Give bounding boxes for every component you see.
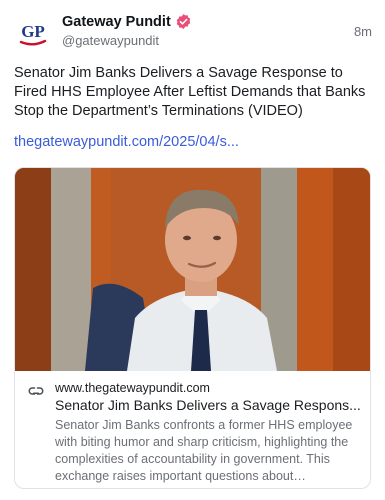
post-timestamp[interactable]: 8m: [354, 24, 372, 39]
link-preview-card[interactable]: www.thegatewaypundit.com Senator Jim Ban…: [14, 167, 371, 489]
post-text: Senator Jim Banks Delivers a Savage Resp…: [14, 65, 366, 119]
avatar[interactable]: GP: [14, 14, 52, 52]
verified-badge-icon: [175, 13, 192, 30]
author-name-row: Gateway Pundit: [62, 13, 192, 30]
link-icon: [27, 382, 45, 400]
author-display-name[interactable]: Gateway Pundit: [62, 14, 171, 30]
card-domain: www.thegatewaypundit.com: [55, 381, 210, 395]
author-handle[interactable]: @gatewaypundit: [62, 33, 159, 48]
card-description: Senator Jim Banks confronts a former HHS…: [55, 418, 353, 483]
link-preview-meta[interactable]: www.thegatewaypundit.com Senator Jim Ban…: [15, 371, 370, 488]
card-title[interactable]: Senator Jim Banks Delivers a Savage Resp…: [55, 397, 361, 413]
post-link[interactable]: thegatewaypundit.com/2025/04/s...: [14, 134, 239, 150]
post-header: GP Gateway Pundit @gatewaypundit 8m: [14, 12, 372, 54]
avatar-initials: GP: [21, 22, 45, 41]
gateway-pundit-logo: GP: [14, 14, 52, 52]
link-preview-image[interactable]: [15, 168, 370, 371]
